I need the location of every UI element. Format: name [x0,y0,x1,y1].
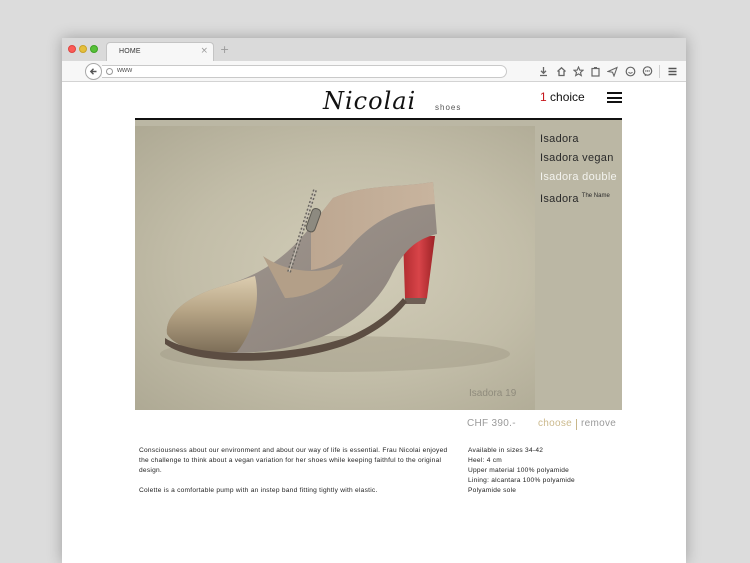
variant-isadora-the-name[interactable]: Isadora The Name [540,189,617,206]
product-photo: Isadora 19 [135,126,535,410]
description-paragraph: Colette is a comfortable pump with an in… [139,487,378,494]
chat-icon[interactable] [642,66,653,77]
description-paragraph: Consciousness about our environment and … [139,447,448,474]
address-bar[interactable]: www [102,65,507,78]
browser-window: HOME × + www Nicolai shoes 1 choice Isad… [62,38,686,563]
logo-wordmark: Nicolai [322,87,416,115]
hamburger-icon[interactable] [607,92,622,103]
tab-close-icon[interactable]: × [200,46,208,56]
remove-link[interactable]: remove [581,418,616,429]
browser-toolbar: www [62,61,686,82]
maximize-window-button[interactable] [90,45,98,53]
smiley-icon[interactable] [625,66,636,77]
choice-count: 1 [540,90,547,104]
spec-item: Lining: alcantara 100% polyamide [468,477,575,484]
webpage: Nicolai shoes 1 choice Isadora 19 Isador… [62,82,686,563]
product-description: Consciousness about our environment and … [139,446,449,506]
clipboard-icon[interactable] [590,66,601,77]
variant-superscript: The Name [581,193,610,199]
logo-subtitle: shoes [435,103,462,112]
shoe-illustration [160,182,510,372]
tab-bar: HOME × + [62,38,686,61]
variant-isadora-vegan[interactable]: Isadora vegan [540,151,617,165]
menu-icon[interactable] [667,66,678,77]
back-button[interactable] [85,63,102,80]
spec-item: Polyamide sole [468,487,517,494]
svg-text:Nicolai: Nicolai [322,87,416,115]
spec-item: Available in sizes 34-42 [468,447,544,454]
globe-icon [106,68,113,75]
back-arrow-icon [89,68,97,75]
home-icon[interactable] [556,66,567,77]
tab-home[interactable]: HOME × [106,42,214,61]
choice-label: choice [550,90,585,104]
toolbar-separator [659,65,660,78]
choose-link[interactable]: choose [538,418,572,429]
nicolai-logo[interactable]: Nicolai [321,82,436,116]
product-specs: Available in sizes 34-42 Heel: 4 cm Uppe… [468,446,575,496]
minimize-window-button[interactable] [79,45,87,53]
product-price: CHF 390.- [467,418,516,429]
new-tab-button[interactable]: + [220,44,229,55]
product-panel: Isadora 19 Isadora Isadora vegan Isadora… [135,120,622,410]
variant-isadora[interactable]: Isadora [540,132,617,146]
action-separator [576,419,577,430]
spec-item: Upper material 100% polyamide [468,467,570,474]
variant-list: Isadora Isadora vegan Isadora double Isa… [540,132,617,211]
tab-title: HOME [119,48,141,55]
download-icon[interactable] [538,66,549,77]
star-icon[interactable] [573,66,584,77]
choice-counter[interactable]: 1 choice [540,90,585,104]
photo-caption: Isadora 19 [469,388,517,399]
variant-isadora-double[interactable]: Isadora double [540,170,617,184]
close-window-button[interactable] [68,45,76,53]
send-icon[interactable] [607,66,618,77]
address-text: www [117,67,133,74]
spec-item: Heel: 4 cm [468,457,503,464]
